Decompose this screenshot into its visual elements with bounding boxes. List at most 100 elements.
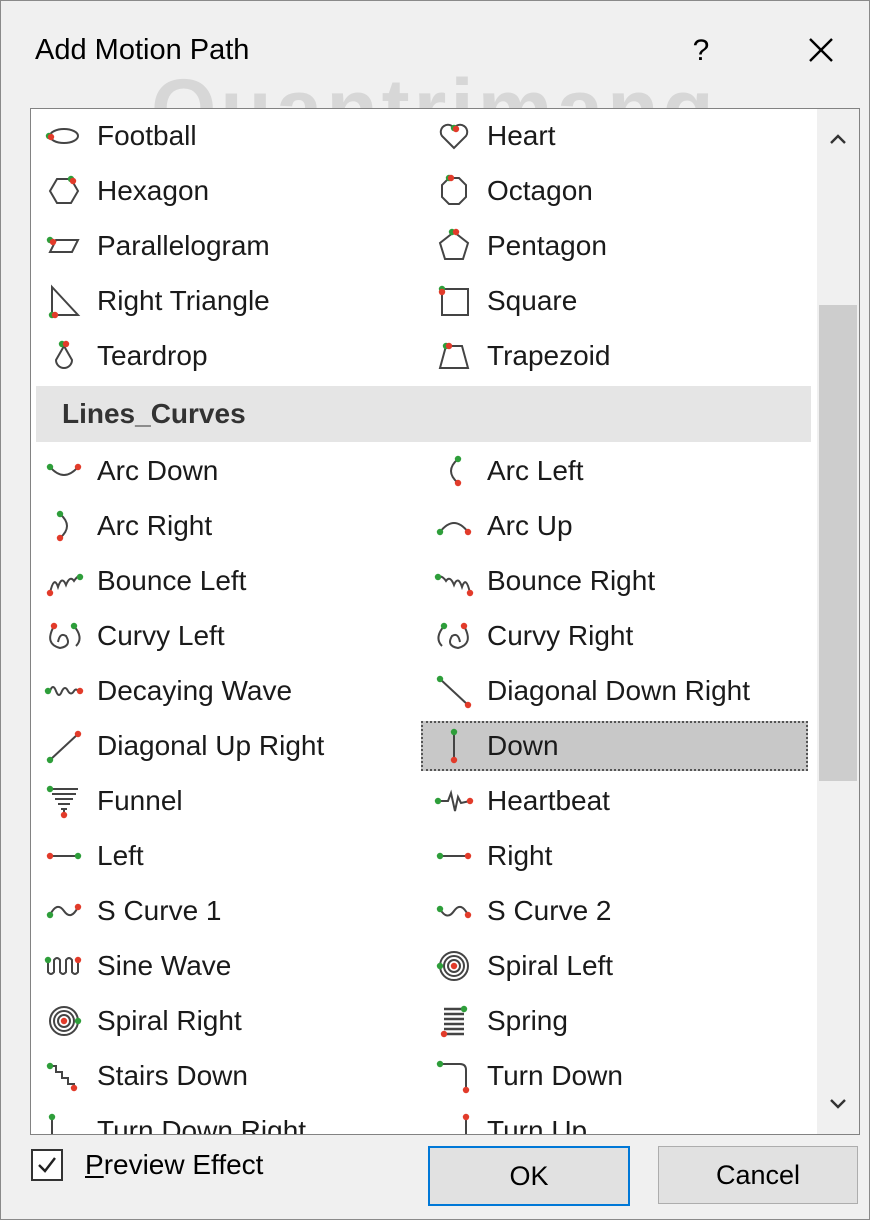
- list-item-label: Football: [97, 120, 197, 151]
- list-item-label: S Curve 1: [97, 895, 222, 926]
- list-item-curvy-right[interactable]: Curvy Right: [421, 611, 808, 661]
- bounce-right-icon: [429, 561, 479, 601]
- list-item-arc-down[interactable]: Arc Down: [31, 446, 416, 496]
- list-item-label: Heartbeat: [487, 785, 610, 816]
- title-bar: Add Motion Path ?: [9, 1, 869, 101]
- list-item-turn-down[interactable]: Turn Down: [421, 1051, 808, 1101]
- list-item-label: Left: [97, 840, 144, 871]
- dialog-title: Add Motion Path: [35, 34, 250, 66]
- add-motion-path-dialog: Add Motion Path ? Quantrimang Lines_Curv…: [0, 0, 870, 1220]
- list-item-turn-down-right[interactable]: Turn Down Right: [31, 1106, 416, 1135]
- chevron-down-icon: [830, 1099, 846, 1109]
- list-item-label: Arc Left: [487, 455, 584, 486]
- ok-button[interactable]: OK: [428, 1146, 630, 1206]
- curvy-left-icon: [39, 616, 89, 656]
- football-icon: [39, 116, 89, 156]
- spiral-right-icon: [39, 1001, 89, 1041]
- list-item-octagon[interactable]: Octagon: [421, 166, 808, 216]
- decaying-wave-icon: [39, 671, 89, 711]
- list-item-arc-up[interactable]: Arc Up: [421, 501, 808, 551]
- list-item-label: Pentagon: [487, 230, 607, 261]
- list-item-bounce-left[interactable]: Bounce Left: [31, 556, 416, 606]
- parallelogram-icon: [39, 226, 89, 266]
- list-item-label: Arc Down: [97, 455, 219, 486]
- list-item-heart[interactable]: Heart: [421, 111, 808, 161]
- scroll-down-button[interactable]: [817, 1084, 859, 1124]
- bounce-left-icon: [39, 561, 89, 601]
- octagon-icon: [429, 171, 479, 211]
- arc-right-icon: [39, 506, 89, 546]
- list-item-parallelogram[interactable]: Parallelogram: [31, 221, 416, 271]
- list-item-spring[interactable]: Spring: [421, 996, 808, 1046]
- list-item-turn-up[interactable]: Turn Up: [421, 1106, 808, 1135]
- turn-down-icon: [429, 1056, 479, 1096]
- list-item-decaying-wave[interactable]: Decaying Wave: [31, 666, 416, 716]
- list-item-trapezoid[interactable]: Trapezoid: [421, 331, 808, 381]
- list-item-football[interactable]: Football: [31, 111, 416, 161]
- list-item-label: Hexagon: [97, 175, 210, 206]
- list-item-label: Parallelogram: [97, 230, 270, 261]
- preview-effect-checkbox[interactable]: Preview Effect: [31, 1149, 263, 1181]
- list-item-square[interactable]: Square: [421, 276, 808, 326]
- list-item-curvy-left[interactable]: Curvy Left: [31, 611, 416, 661]
- list-item-label: Turn Down: [487, 1060, 623, 1091]
- list-item-label: Decaying Wave: [97, 675, 293, 706]
- s-curve-1-icon: [39, 891, 89, 931]
- list-item-sine-wave[interactable]: Sine Wave: [31, 941, 416, 991]
- list-item-stairs-down[interactable]: Stairs Down: [31, 1051, 416, 1101]
- list-item-diagonal-down-right[interactable]: Diagonal Down Right: [421, 666, 808, 716]
- heart-icon: [429, 116, 479, 156]
- list-item-spiral-left[interactable]: Spiral Left: [421, 941, 808, 991]
- chevron-up-icon: [830, 134, 846, 144]
- list-item-label: Diagonal Up Right: [97, 730, 325, 761]
- close-button[interactable]: [797, 29, 845, 73]
- motion-path-list[interactable]: Lines_Curves Football Heart Hexagon Octagon…: [30, 108, 860, 1135]
- list-item-diagonal-up-right[interactable]: Diagonal Up Right: [31, 721, 416, 771]
- scrollbar-thumb[interactable]: [819, 305, 857, 781]
- list-item-arc-left[interactable]: Arc Left: [421, 446, 808, 496]
- right-icon: [429, 836, 479, 876]
- turn-down-right-icon: [39, 1111, 89, 1134]
- list-item-teardrop[interactable]: Teardrop: [31, 331, 416, 381]
- list-item-heartbeat[interactable]: Heartbeat: [421, 776, 808, 826]
- cancel-button[interactable]: Cancel: [658, 1146, 858, 1204]
- list-item-label: Stairs Down: [97, 1060, 248, 1091]
- list-item-bounce-right[interactable]: Bounce Right: [421, 556, 808, 606]
- list-item-right-triangle[interactable]: Right Triangle: [31, 276, 416, 326]
- list-item-arc-right[interactable]: Arc Right: [31, 501, 416, 551]
- list-item-down[interactable]: Down: [421, 721, 808, 771]
- arc-left-icon: [429, 451, 479, 491]
- checkbox-box[interactable]: [31, 1149, 63, 1181]
- s-curve-2-icon: [429, 891, 479, 931]
- list-item-label: Diagonal Down Right: [487, 675, 751, 706]
- list-item-label: Spiral Right: [97, 1005, 242, 1036]
- list-item-right[interactable]: Right: [421, 831, 808, 881]
- list-item-s-curve-2[interactable]: S Curve 2: [421, 886, 808, 936]
- turn-up-icon: [429, 1111, 479, 1134]
- vertical-scrollbar[interactable]: [817, 109, 859, 1134]
- list-item-label: Bounce Left: [97, 565, 247, 596]
- list-item-funnel[interactable]: Funnel: [31, 776, 416, 826]
- list-item-left[interactable]: Left: [31, 831, 416, 881]
- list-item-label: Trapezoid: [487, 340, 611, 371]
- list-item-s-curve-1[interactable]: S Curve 1: [31, 886, 416, 936]
- list-item-label: Arc Up: [487, 510, 573, 541]
- list-item-label: Sine Wave: [97, 950, 232, 981]
- checkmark-icon: [38, 1157, 56, 1173]
- square-icon: [429, 281, 479, 321]
- funnel-icon: [39, 781, 89, 821]
- group-header-lines-curves: Lines_Curves: [36, 386, 811, 442]
- teardrop-icon: [39, 336, 89, 376]
- list-item-label: Spiral Left: [487, 950, 614, 981]
- list-item-label: Turn Up: [487, 1115, 588, 1135]
- list-item-label: Turn Down Right: [97, 1115, 307, 1135]
- scroll-up-button[interactable]: [817, 119, 859, 159]
- help-button[interactable]: ?: [681, 29, 721, 73]
- list-item-label: Teardrop: [97, 340, 208, 371]
- spring-icon: [429, 1001, 479, 1041]
- list-item-pentagon[interactable]: Pentagon: [421, 221, 808, 271]
- list-item-hexagon[interactable]: Hexagon: [31, 166, 416, 216]
- diagonal-up-right-icon: [39, 726, 89, 766]
- sine-wave-icon: [39, 946, 89, 986]
- list-item-spiral-right[interactable]: Spiral Right: [31, 996, 416, 1046]
